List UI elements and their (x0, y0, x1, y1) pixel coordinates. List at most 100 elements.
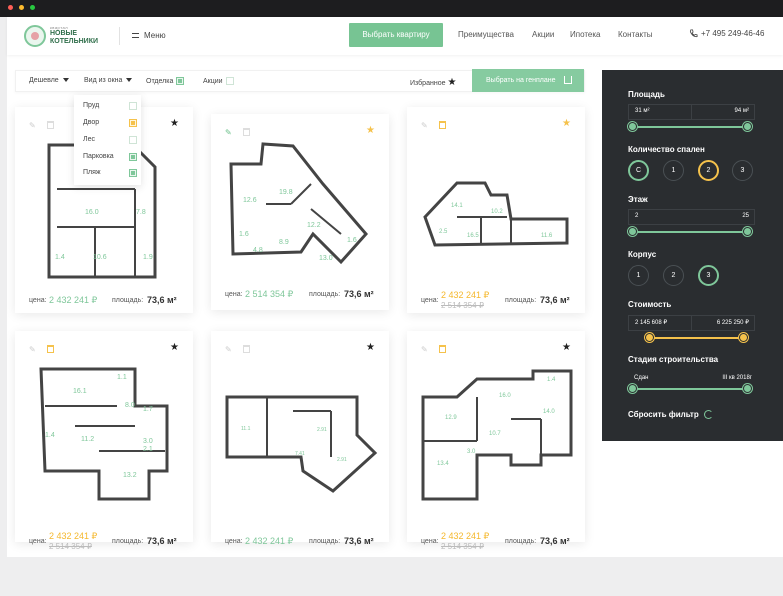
window-view-label: Вид из окна (84, 77, 123, 84)
bedrooms-option-2[interactable]: 2 (698, 160, 719, 181)
master-plan-button[interactable]: Выбрать на генплане (472, 69, 584, 92)
reset-filter-button[interactable]: Сбросить фильтр (628, 410, 713, 420)
nav-link-advantages[interactable]: Преимущества (458, 30, 514, 39)
slider-handle-min[interactable] (628, 122, 637, 131)
price-label: цена: (225, 538, 243, 545)
price-label: цена: (29, 538, 47, 545)
logo-text[interactable]: НОВЫЕ КОТЕЛЬНИКИ (50, 30, 110, 46)
sort-label: Дешевле (29, 77, 59, 84)
option-checkbox[interactable] (129, 169, 137, 177)
area-label: площадь: (505, 297, 537, 304)
area-range-slider[interactable]: 31 м² 94 м² (628, 104, 755, 131)
finish-filter[interactable]: Отделка (146, 77, 185, 85)
slider-handle-max[interactable] (743, 384, 752, 393)
area-label: площадь: (309, 538, 341, 545)
room-area: 12.6 (243, 197, 257, 204)
room-area: 16.0 (85, 209, 99, 216)
room-area: 1.7 (143, 406, 153, 413)
slider-handle-min[interactable] (628, 227, 637, 236)
bedrooms-option-3[interactable]: 3 (732, 160, 753, 181)
price-label: цена: (421, 538, 439, 545)
area-label: площадь: (112, 297, 144, 304)
room-area: 1.1 (117, 374, 127, 381)
range-min: 2 (635, 213, 639, 219)
price-range-slider[interactable]: 2 145 608 ₽ 6 225 250 ₽ (628, 315, 755, 342)
promo-checkbox[interactable] (225, 77, 234, 85)
old-price: 2 514 354 ₽ (49, 542, 92, 551)
logo-line1: НОВЫЕ (50, 30, 78, 37)
minimize-window-dot[interactable] (19, 5, 24, 10)
room-area: 1.9 (143, 254, 153, 261)
room-area: 12.2 (307, 222, 321, 229)
view-option-forest[interactable]: Лес (83, 136, 137, 144)
room-area: 1.4 (547, 377, 556, 383)
nav-link-promotions[interactable]: Акции (532, 30, 554, 39)
phone-link[interactable]: +7 495 249-46-46 (689, 29, 764, 38)
area-value: 73,6 м² (540, 295, 570, 305)
building-option-3[interactable]: 3 (698, 265, 719, 286)
favorites-filter[interactable]: Избранное ★ (410, 77, 456, 88)
stage-filter-title: Стадия строительства (628, 355, 719, 364)
apartment-card[interactable]: ✎ ★ 14.1 10.2 16.5 11.6 2.5 2 432 241 ₽ … (407, 107, 585, 313)
master-plan-label: Выбрать на генплане (486, 77, 556, 84)
window-view-dropdown[interactable]: Вид из окна (84, 77, 133, 84)
apartment-card[interactable]: ✎ ★ 16.1 1.1 8.0 1.7 11.2 3.0 1.4 13.2 2… (15, 331, 193, 551)
apartment-card[interactable]: ✎ ★ 16.0 1.4 12.9 14.0 10.7 3.0 13.4 2 4… (407, 331, 585, 551)
option-checkbox[interactable] (129, 153, 137, 161)
view-option-yard[interactable]: Двор (83, 119, 137, 127)
nav-link-contacts[interactable]: Контакты (618, 30, 653, 39)
building-option-2[interactable]: 2 (663, 265, 684, 286)
slider-handle-max[interactable] (743, 227, 752, 236)
room-area: 1.6 (239, 231, 249, 238)
price-label: цена: (225, 291, 243, 298)
view-option-pond[interactable]: Пруд (83, 102, 137, 110)
window-titlebar (0, 0, 783, 17)
slider-handle-max[interactable] (739, 333, 748, 342)
apartment-card[interactable]: ✎ ★ 11.1 2.91 7.41 2.91 цена: 2 432 241 … (211, 331, 389, 546)
apartment-card[interactable]: ✎ ★ 12.6 19.8 12.2 8.9 13.0 1.6 4.8 1.6 … (211, 114, 389, 310)
range-max: 94 м² (734, 108, 749, 114)
bedrooms-option-studio[interactable]: С (628, 160, 649, 181)
stage-range-slider[interactable]: Сдан III кв 2018г (628, 373, 755, 399)
view-option-label: Двор (83, 119, 100, 126)
bedrooms-option-1[interactable]: 1 (663, 160, 684, 181)
room-area: 16.1 (73, 388, 87, 395)
view-option-parking[interactable]: Парковка (83, 153, 137, 161)
room-area: 2.91 (337, 457, 347, 463)
close-window-dot[interactable] (8, 5, 13, 10)
slider-handle-min[interactable] (628, 384, 637, 393)
choose-apartment-button[interactable]: Выбрать квартиру (349, 23, 443, 47)
price-value: 2 432 241 ₽ (245, 536, 294, 546)
room-area: 14.0 (543, 409, 555, 415)
menu-button[interactable]: Меню (132, 29, 166, 43)
view-option-beach[interactable]: Пляж (83, 169, 137, 177)
room-area: 3.0 (143, 438, 153, 445)
range-max: 6 225 250 ₽ (716, 320, 749, 326)
range-box (628, 209, 755, 225)
slider-handle-max[interactable] (743, 122, 752, 131)
room-area: 2.91 (317, 427, 327, 433)
option-checkbox[interactable] (129, 102, 137, 110)
option-checkbox[interactable] (129, 136, 137, 144)
maximize-window-dot[interactable] (30, 5, 35, 10)
logo-icon[interactable] (24, 25, 46, 47)
slider-track (631, 388, 750, 390)
option-checkbox[interactable] (129, 119, 137, 127)
slider-handle-min[interactable] (645, 333, 654, 342)
view-option-label: Пруд (83, 102, 100, 109)
nav-link-mortgage[interactable]: Ипотека (570, 30, 601, 39)
range-min: 31 м² (635, 108, 650, 114)
room-area: 11.6 (541, 233, 553, 239)
range-divider (691, 104, 692, 120)
building-option-1[interactable]: 1 (628, 265, 649, 286)
finish-checkbox[interactable] (176, 77, 185, 85)
floor-range-slider[interactable]: 2 25 (628, 209, 755, 236)
floor-plan: 14.1 10.2 16.5 11.6 2.5 (423, 181, 569, 247)
floor-plan: 16.1 1.1 8.0 1.7 11.2 3.0 1.4 13.2 2.1 (39, 367, 169, 501)
stage-to: III кв 2018г (722, 375, 752, 381)
bedrooms-filter-title: Количество спален (628, 145, 705, 154)
room-area: 10.2 (491, 209, 503, 215)
area-value: 73,6 м² (147, 295, 177, 305)
promo-filter[interactable]: Акции (203, 77, 234, 85)
sort-dropdown[interactable]: Дешевле (29, 77, 69, 84)
